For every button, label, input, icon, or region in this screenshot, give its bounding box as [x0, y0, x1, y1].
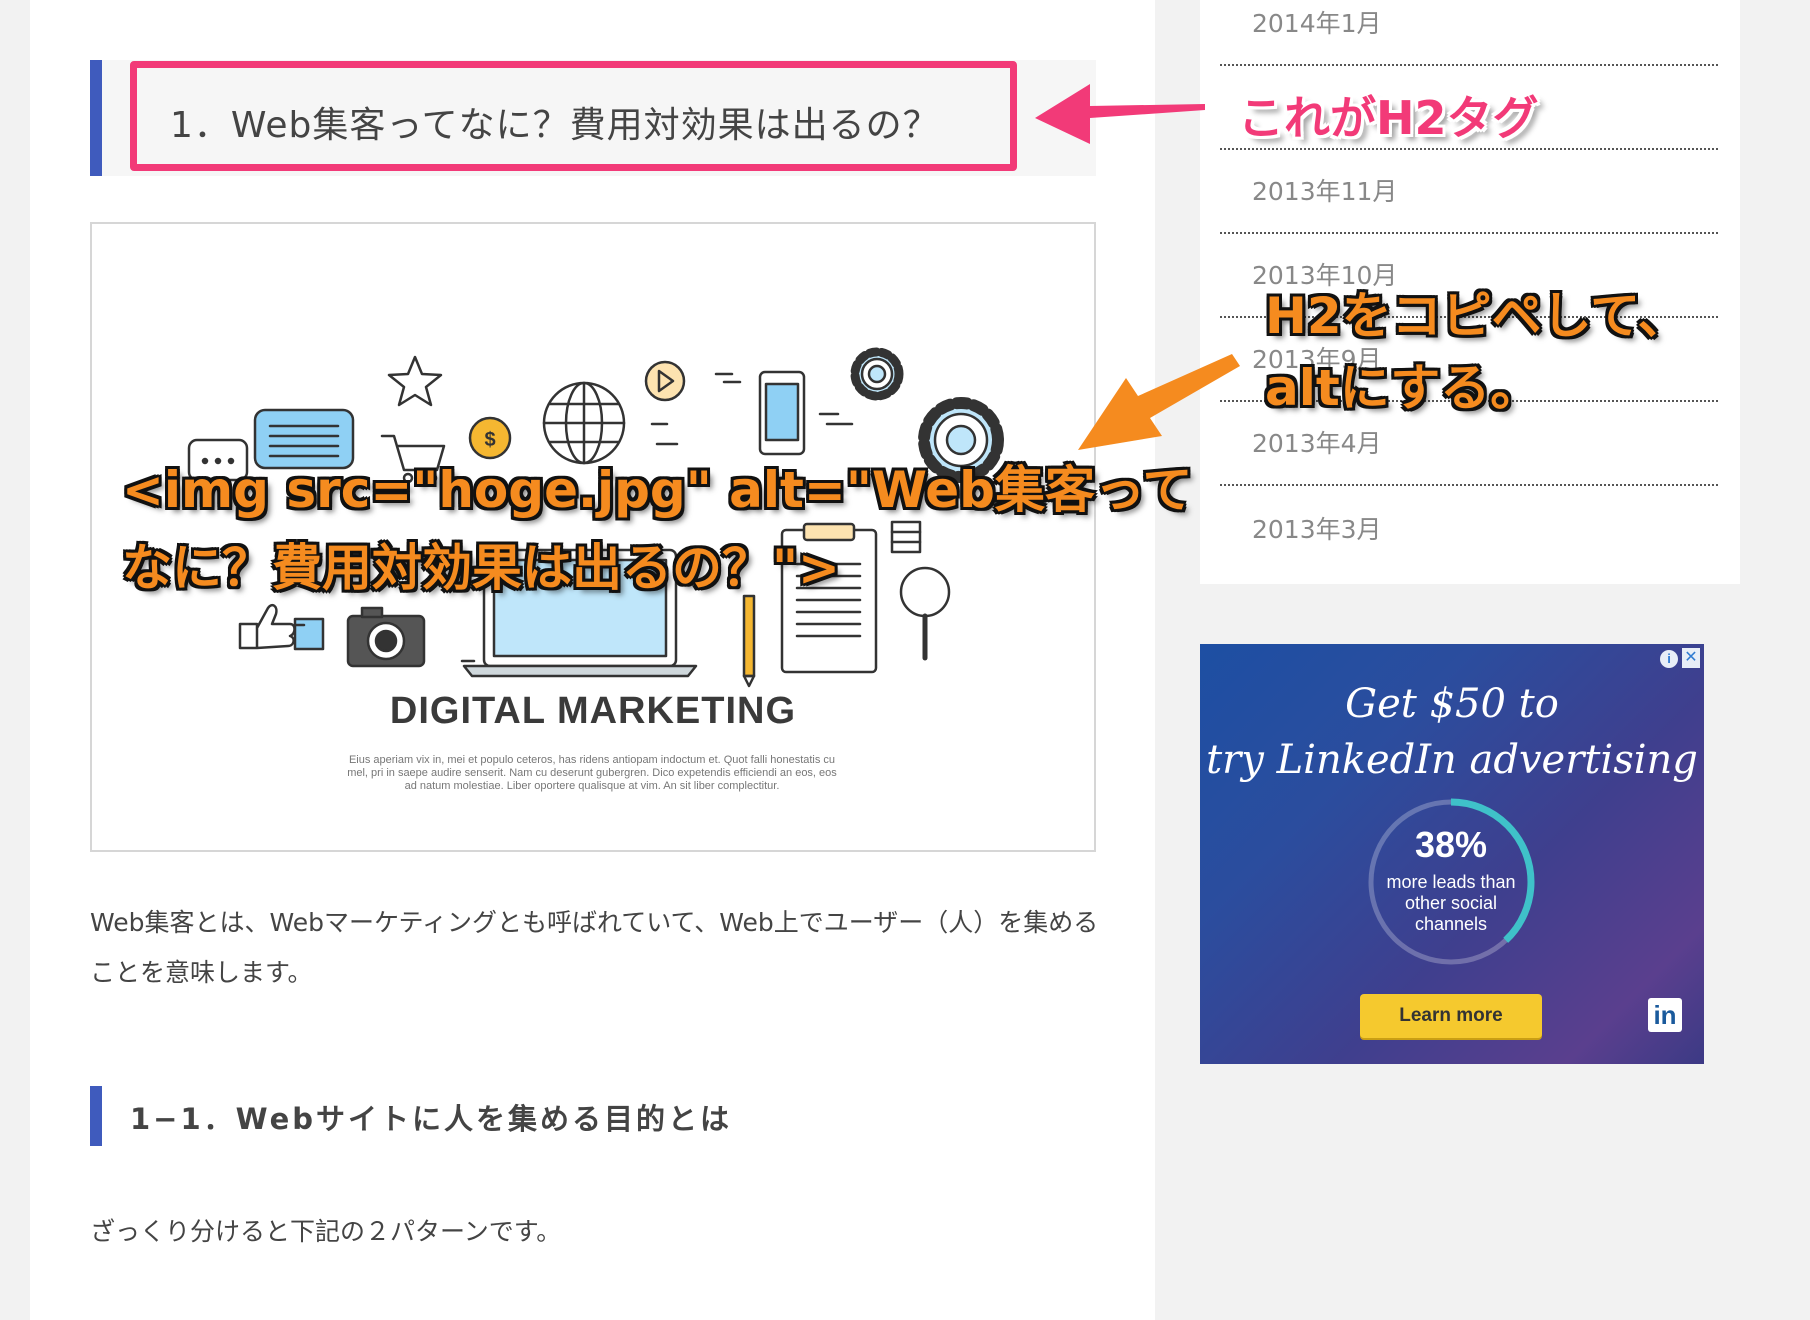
img-code-annotation-line-1: <img src="hoge.jpg" alt="Web集客って	[122, 461, 1193, 519]
annotation-arrows	[1035, 84, 1240, 450]
instruction-annotation-line-2: altにする。	[1265, 359, 1541, 417]
instruction-annotation-line-1: H2をコピペして、	[1265, 287, 1688, 345]
h2-tag-annotation: これがH2タグ	[1238, 91, 1539, 145]
pink-arrow-icon	[1035, 84, 1205, 144]
orange-arrow-icon	[1078, 354, 1240, 450]
img-code-annotation-line-2: なに？費用対効果は出るの？">	[122, 539, 840, 597]
